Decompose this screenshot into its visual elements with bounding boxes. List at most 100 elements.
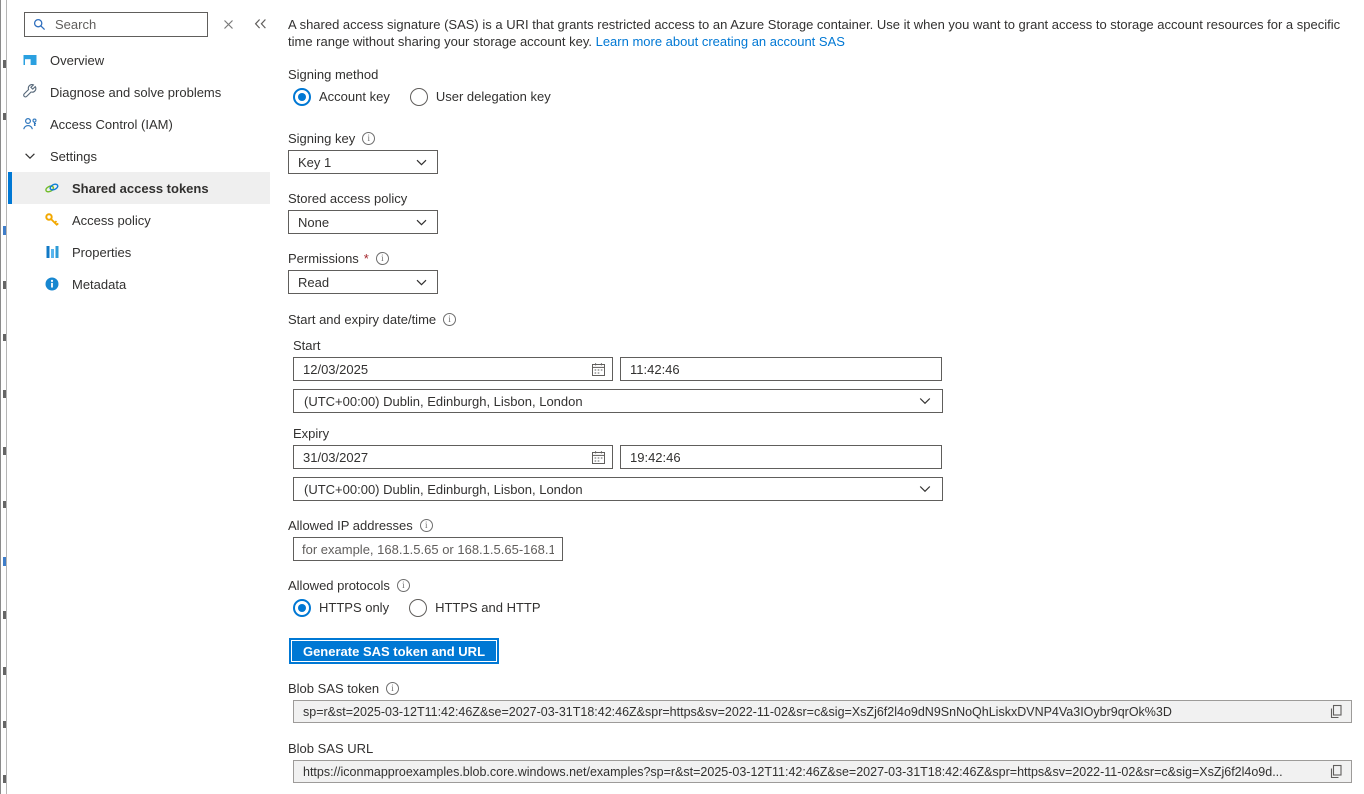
allowed-protocols-radios: HTTPS only HTTPS and HTTP	[293, 598, 1360, 617]
blob-sas-url-label: Blob SAS URL	[288, 741, 373, 756]
start-date-input[interactable]	[294, 361, 584, 378]
blob-sas-token-field: sp=r&st=2025-03-12T11:42:46Z&se=2027-03-…	[293, 700, 1352, 723]
required-asterisk: *	[364, 251, 369, 266]
sidebar-item-properties[interactable]: Properties	[8, 236, 270, 268]
stored-access-policy-dropdown[interactable]: None	[288, 210, 438, 234]
expiry-time-input[interactable]	[621, 449, 941, 466]
sidebar-item-label: Metadata	[72, 277, 126, 292]
gold-key-icon	[44, 212, 60, 228]
iam-person-key-icon	[22, 116, 38, 132]
radio-user-delegation-key[interactable]	[410, 88, 428, 106]
collapse-menu-icon[interactable]	[249, 13, 271, 35]
wrench-icon	[22, 84, 38, 100]
sidebar-item-label: Settings	[50, 149, 97, 164]
signing-key-dropdown[interactable]: Key 1	[288, 150, 438, 174]
sidebar-item-metadata[interactable]: Metadata	[8, 268, 270, 300]
info-icon[interactable]	[443, 313, 456, 326]
blob-sas-token-label: Blob SAS token	[288, 681, 379, 696]
chain-link-icon	[44, 180, 60, 196]
sidebar-item-label: Overview	[50, 53, 104, 68]
overview-icon	[22, 52, 38, 68]
sidebar-item-access-control-iam[interactable]: Access Control (IAM)	[8, 108, 270, 140]
description: A shared access signature (SAS) is a URI…	[288, 16, 1352, 50]
expiry-timezone-dropdown[interactable]: (UTC+00:00) Dublin, Edinburgh, Lisbon, L…	[293, 477, 943, 501]
edge-text-fragment	[3, 447, 7, 455]
calendar-icon[interactable]	[584, 358, 612, 380]
chevron-down-icon	[415, 156, 428, 169]
signing-key-label: Signing key	[288, 131, 355, 146]
nav-list: Overview Diagnose and solve problems Acc…	[8, 44, 288, 300]
sidebar-group-settings[interactable]: Settings	[8, 140, 270, 172]
radio-account-key-label[interactable]: Account key	[319, 89, 390, 104]
edge-text-fragment	[3, 60, 7, 68]
expiry-date-field[interactable]	[293, 445, 613, 469]
allowed-ip-input[interactable]	[293, 537, 563, 561]
blob-sas-url-field: https://iconmapproexamples.blob.core.win…	[293, 760, 1352, 783]
sidebar-item-label: Access Control (IAM)	[50, 117, 173, 132]
learn-more-link[interactable]: Learn more about creating an account SAS	[596, 34, 845, 49]
chevron-down-icon	[22, 148, 38, 164]
info-icon[interactable]	[386, 682, 399, 695]
edge-text-fragment	[3, 281, 7, 289]
clear-search-icon[interactable]	[217, 13, 239, 35]
chevron-down-icon	[415, 276, 428, 289]
allowed-protocols-label: Allowed protocols	[288, 578, 390, 593]
stored-access-policy-value: None	[298, 215, 329, 230]
start-date-field[interactable]	[293, 357, 613, 381]
radio-user-delegation-key-label[interactable]: User delegation key	[436, 89, 551, 104]
radio-https-and-http-label[interactable]: HTTPS and HTTP	[435, 600, 540, 615]
start-datetime-row	[293, 357, 1360, 381]
expiry-timezone-value: (UTC+00:00) Dublin, Edinburgh, Lisbon, L…	[304, 482, 583, 497]
left-panel-edge	[0, 0, 7, 794]
expiry-time-field[interactable]	[620, 445, 942, 469]
edge-text-fragment	[3, 334, 7, 341]
start-time-field[interactable]	[620, 357, 942, 381]
permissions-value: Read	[298, 275, 329, 290]
sidebar-item-label: Properties	[72, 245, 131, 260]
stored-access-policy-label: Stored access policy	[288, 191, 407, 206]
edge-text-fragment	[3, 390, 7, 398]
signing-method-label: Signing method	[288, 67, 378, 82]
radio-https-only[interactable]	[293, 599, 311, 617]
permissions-label: Permissions	[288, 251, 359, 266]
blob-sas-url-value: https://iconmapproexamples.blob.core.win…	[303, 765, 1320, 779]
edge-text-fragment	[3, 721, 7, 728]
edge-text-fragment	[3, 557, 7, 566]
radio-account-key[interactable]	[293, 88, 311, 106]
sidebar-item-overview[interactable]: Overview	[8, 44, 270, 76]
info-icon[interactable]	[420, 519, 433, 532]
signing-method-radios: Account key User delegation key	[293, 87, 1360, 106]
radio-https-only-label[interactable]: HTTPS only	[319, 600, 389, 615]
sas-form: A shared access signature (SAS) is a URI…	[288, 0, 1360, 783]
generate-sas-button[interactable]: Generate SAS token and URL	[289, 638, 499, 664]
expiry-datetime-row	[293, 445, 1360, 469]
edge-text-fragment	[3, 501, 7, 508]
search-input[interactable]	[53, 16, 201, 33]
allowed-ip-label: Allowed IP addresses	[288, 518, 413, 533]
sidebar-item-access-policy[interactable]: Access policy	[8, 204, 270, 236]
sidebar-item-shared-access-tokens[interactable]: Shared access tokens	[8, 172, 270, 204]
edge-text-fragment	[3, 611, 7, 619]
start-label: Start	[293, 338, 320, 353]
edge-text-fragment	[3, 226, 7, 235]
signing-key-value: Key 1	[298, 155, 331, 170]
sidebar-item-label: Access policy	[72, 213, 151, 228]
start-expiry-label: Start and expiry date/time	[288, 312, 436, 327]
blob-sas-token-value: sp=r&st=2025-03-12T11:42:46Z&se=2027-03-…	[303, 705, 1320, 719]
permissions-dropdown[interactable]: Read	[288, 270, 438, 294]
search-box[interactable]	[24, 12, 208, 37]
info-icon[interactable]	[376, 252, 389, 265]
copy-icon[interactable]	[1328, 761, 1344, 782]
edge-text-fragment	[3, 775, 7, 783]
calendar-icon[interactable]	[584, 446, 612, 468]
expiry-date-input[interactable]	[294, 449, 584, 466]
info-icon[interactable]	[397, 579, 410, 592]
start-time-input[interactable]	[621, 361, 941, 378]
radio-https-and-http[interactable]	[409, 599, 427, 617]
copy-icon[interactable]	[1328, 701, 1344, 722]
start-timezone-dropdown[interactable]: (UTC+00:00) Dublin, Edinburgh, Lisbon, L…	[293, 389, 943, 413]
info-icon[interactable]	[362, 132, 375, 145]
start-timezone-value: (UTC+00:00) Dublin, Edinburgh, Lisbon, L…	[304, 394, 583, 409]
sidebar-item-diagnose[interactable]: Diagnose and solve problems	[8, 76, 270, 108]
sidebar-item-label: Diagnose and solve problems	[50, 85, 221, 100]
